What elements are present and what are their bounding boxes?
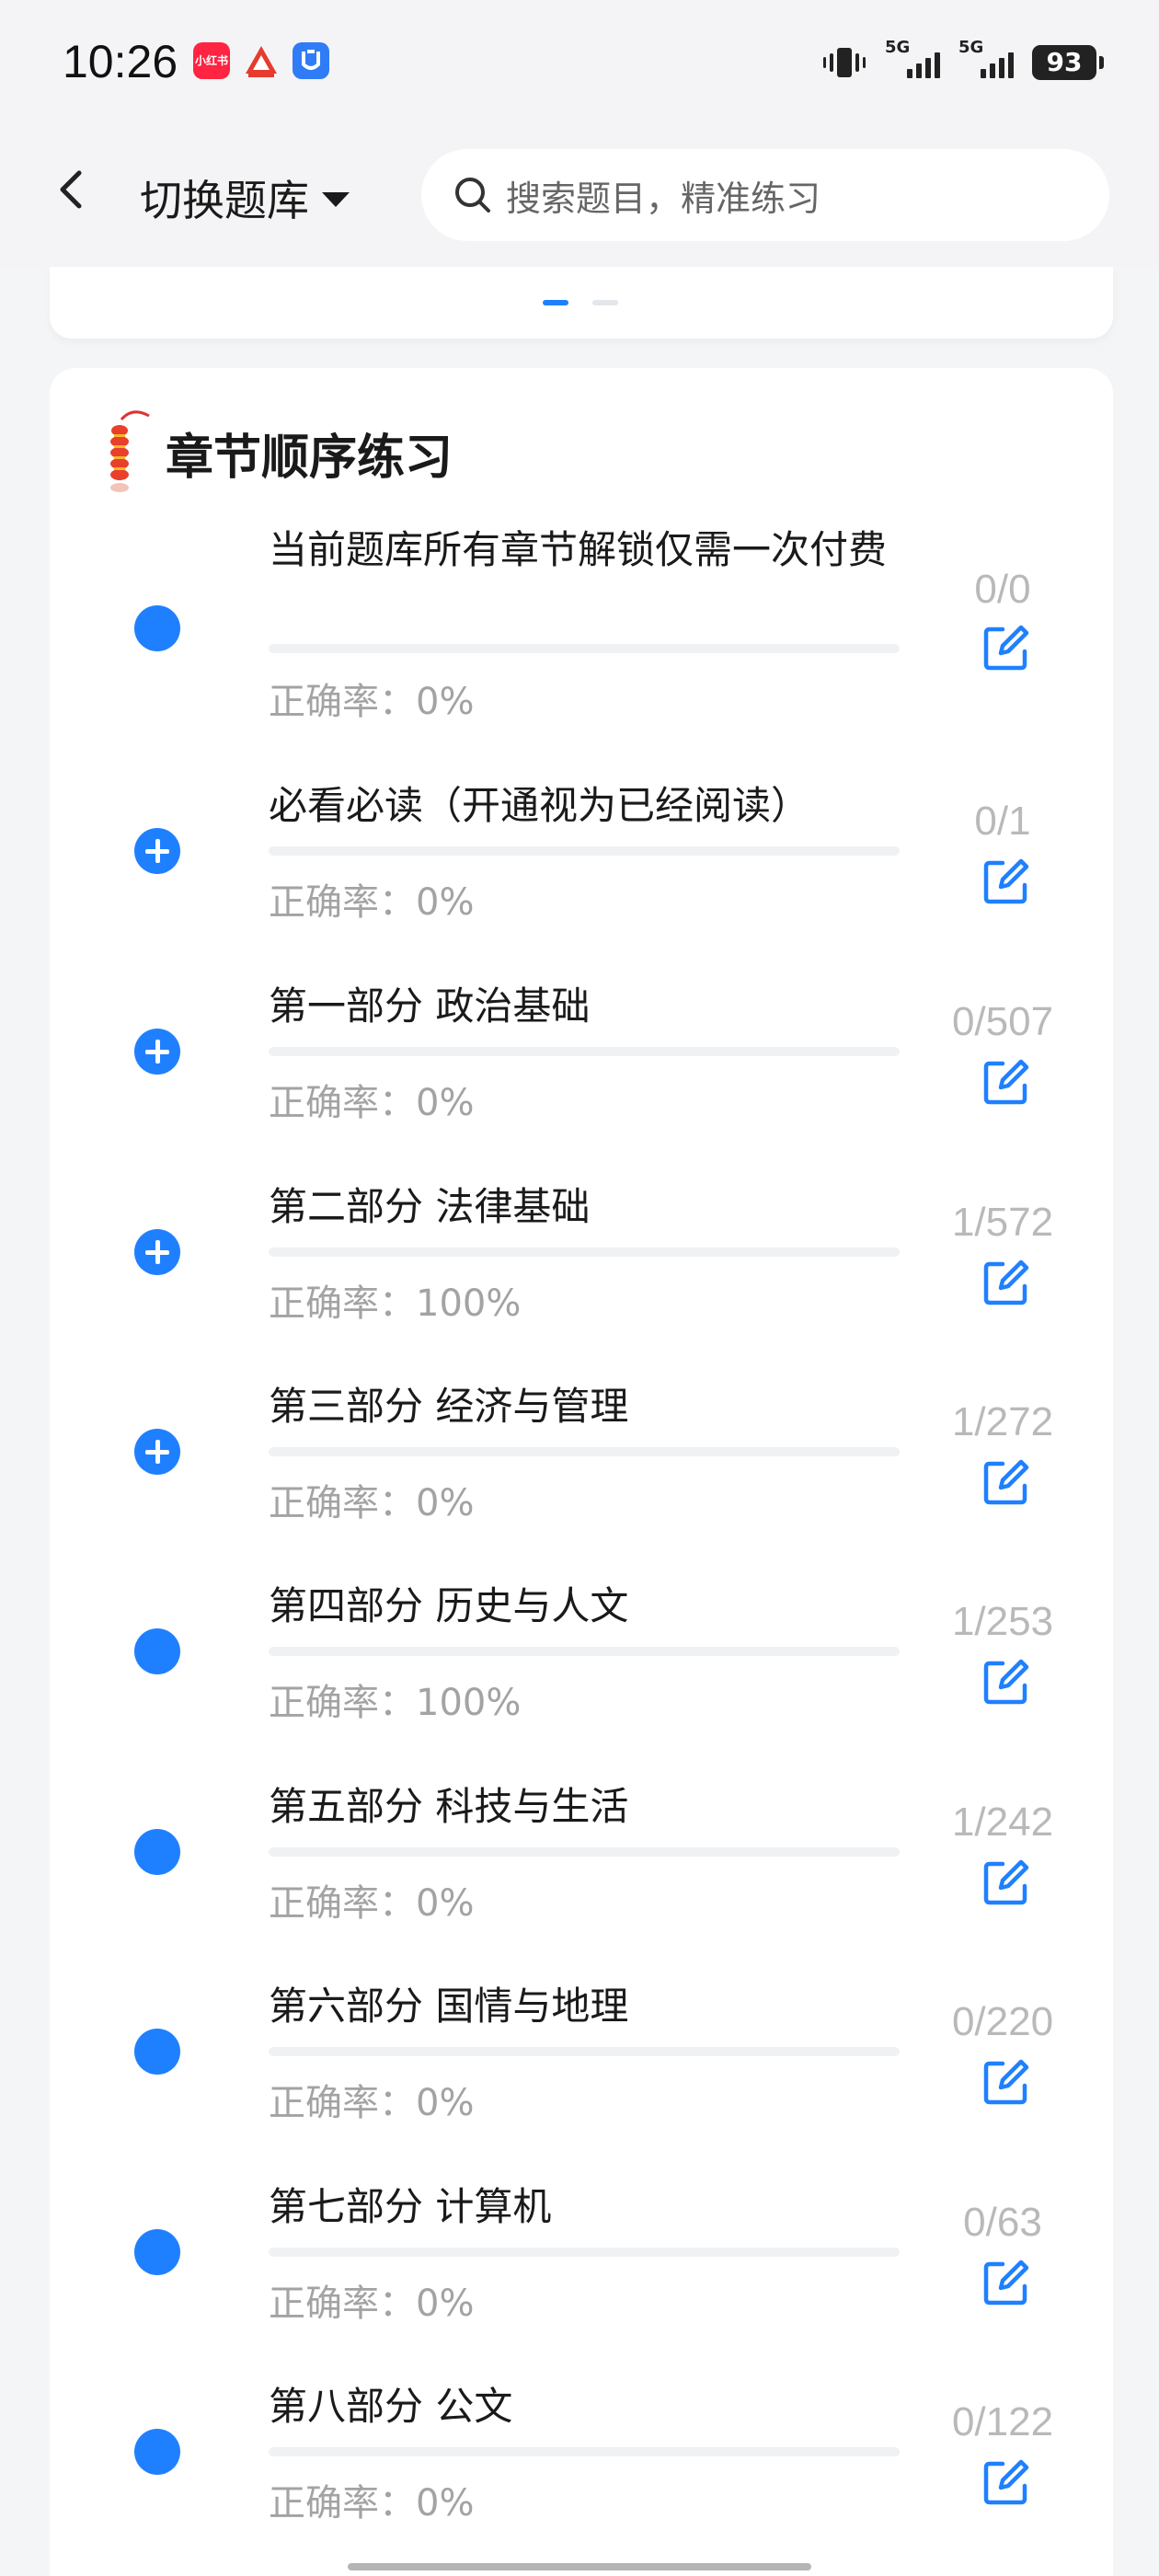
chapter-accuracy: 正确率：0% bbox=[269, 1882, 475, 1925]
practice-edit-button[interactable] bbox=[981, 856, 1032, 907]
chapter-practice-card: 章节顺序练习 当前题库所有章节解锁仅需一次付费正确率：0% 0/0 必看必读（开通视… bbox=[50, 368, 1113, 2576]
chapter-accuracy: 正确率：0% bbox=[269, 681, 475, 723]
practice-edit-button[interactable] bbox=[981, 2456, 1032, 2508]
firecracker-icon bbox=[110, 410, 150, 492]
chapter-dot-icon bbox=[134, 2229, 180, 2275]
back-button[interactable] bbox=[46, 162, 101, 217]
chapter-dot-icon bbox=[134, 1628, 180, 1674]
chapter-dot-icon bbox=[134, 2029, 180, 2075]
edit-icon bbox=[983, 2059, 1029, 2105]
chevron-left-icon bbox=[60, 170, 82, 209]
chapter-count: 0/0 bbox=[974, 567, 1031, 612]
search-icon bbox=[455, 178, 490, 213]
practice-edit-button[interactable] bbox=[981, 1456, 1032, 1508]
chapter-accuracy: 正确率：100% bbox=[269, 1282, 522, 1325]
chapter-accuracy: 正确率：0% bbox=[269, 1482, 475, 1524]
chapter-count: 0/63 bbox=[963, 2200, 1042, 2245]
expand-chapter-icon[interactable] bbox=[134, 1229, 180, 1275]
practice-edit-button[interactable] bbox=[981, 1656, 1032, 1708]
practice-edit-button[interactable] bbox=[981, 1056, 1032, 1108]
chapter-progress-bar bbox=[269, 846, 900, 856]
chapter-title[interactable]: 第一部分 政治基础 bbox=[269, 983, 912, 1030]
edit-icon bbox=[983, 625, 1029, 671]
practice-edit-button[interactable] bbox=[981, 622, 1032, 673]
chapter-progress-bar bbox=[269, 1647, 900, 1656]
section-title: 章节顺序练习 bbox=[166, 430, 453, 486]
practice-edit-button[interactable] bbox=[981, 2056, 1032, 2108]
status-icons: 5G 5G 93 bbox=[822, 37, 1104, 88]
chapter-title[interactable]: 第四部分 历史与人文 bbox=[269, 1582, 912, 1630]
chapter-count: 0/220 bbox=[951, 1999, 1054, 2044]
blue-shield-app-icon bbox=[293, 42, 329, 79]
banner-card bbox=[50, 267, 1113, 339]
chapter-title[interactable]: 第二部分 法律基础 bbox=[269, 1183, 912, 1231]
chapter-count: 1/242 bbox=[951, 1800, 1054, 1845]
edit-icon bbox=[983, 2260, 1029, 2306]
signal-5g-icon-2: 5G bbox=[958, 38, 1014, 78]
chapter-accuracy: 正确率：0% bbox=[269, 881, 475, 924]
chapter-dot-icon bbox=[134, 1829, 180, 1875]
home-indicator[interactable] bbox=[348, 2563, 811, 2570]
chapter-progress-bar bbox=[269, 2447, 900, 2456]
chapter-count: 1/253 bbox=[951, 1599, 1054, 1644]
chapter-progress-bar bbox=[269, 1047, 900, 1056]
edit-icon bbox=[983, 1659, 1029, 1705]
expand-chapter-icon[interactable] bbox=[134, 1429, 180, 1475]
red-triangle-app-icon bbox=[243, 42, 280, 79]
chapter-accuracy: 正确率：0% bbox=[269, 2482, 475, 2524]
chapter-accuracy: 正确率：0% bbox=[269, 2082, 475, 2124]
chapter-title[interactable]: 第五部分 科技与生活 bbox=[269, 1783, 912, 1831]
battery-indicator: 93 bbox=[1032, 45, 1104, 80]
chapter-count: 1/572 bbox=[951, 1200, 1054, 1245]
vibrate-icon bbox=[823, 48, 866, 77]
signal-5g-icon: 5G bbox=[885, 38, 940, 78]
edit-icon bbox=[983, 1259, 1029, 1305]
chapter-title[interactable]: 第三部分 经济与管理 bbox=[269, 1383, 912, 1431]
carousel-dot[interactable] bbox=[592, 300, 618, 305]
search-input[interactable]: 搜索题目，精准练习 bbox=[421, 149, 1109, 241]
switch-bank-label: 切换题库 bbox=[140, 176, 309, 225]
chapter-progress-bar bbox=[269, 1447, 900, 1456]
chapter-count: 0/507 bbox=[951, 999, 1054, 1044]
chapter-progress-bar bbox=[269, 1248, 900, 1257]
status-bar: 10:26 小红书 5G 5G 93 bbox=[0, 0, 1159, 129]
chapter-title[interactable]: 第六部分 国情与地理 bbox=[269, 1983, 912, 2030]
edit-icon bbox=[983, 2459, 1029, 2505]
chapter-dot-icon bbox=[134, 605, 180, 651]
switch-question-bank-button[interactable]: 切换题库 bbox=[140, 167, 350, 228]
edit-icon bbox=[983, 858, 1029, 904]
chapter-title[interactable]: 第七部分 计算机 bbox=[269, 2183, 912, 2231]
practice-edit-button[interactable] bbox=[981, 1257, 1032, 1308]
edit-icon bbox=[983, 1459, 1029, 1505]
section-header: 章节顺序练习 bbox=[103, 407, 453, 499]
search-placeholder: 搜索题目，精准练习 bbox=[506, 178, 821, 219]
chapter-title[interactable]: 当前题库所有章节解锁仅需一次付费 bbox=[269, 526, 912, 574]
chapter-progress-bar bbox=[269, 644, 900, 653]
chapter-count: 0/122 bbox=[951, 2399, 1054, 2444]
practice-edit-button[interactable] bbox=[981, 1857, 1032, 1908]
chapter-progress-bar bbox=[269, 2047, 900, 2056]
carousel-dot-active[interactable] bbox=[543, 300, 568, 305]
expand-chapter-icon[interactable] bbox=[134, 1029, 180, 1075]
chapter-count: 1/272 bbox=[951, 1399, 1054, 1444]
edit-icon bbox=[983, 1859, 1029, 1905]
xiaohongshu-icon: 小红书 bbox=[193, 42, 230, 79]
app-header: 切换题库 搜索题目，精准练习 bbox=[0, 129, 1159, 267]
chapter-progress-bar bbox=[269, 2248, 900, 2257]
chapter-accuracy: 正确率：0% bbox=[269, 2283, 475, 2325]
chapter-accuracy: 正确率：100% bbox=[269, 1682, 522, 1724]
chapter-progress-bar bbox=[269, 1847, 900, 1857]
caret-down-icon bbox=[322, 192, 350, 207]
chapter-count: 0/1 bbox=[974, 799, 1031, 844]
chapter-dot-icon bbox=[134, 2429, 180, 2475]
status-time: 10:26 bbox=[63, 36, 178, 87]
edit-icon bbox=[983, 1059, 1029, 1105]
chapter-accuracy: 正确率：0% bbox=[269, 1082, 475, 1124]
practice-edit-button[interactable] bbox=[981, 2257, 1032, 2308]
chapter-title[interactable]: 第八部分 公文 bbox=[269, 2383, 912, 2431]
expand-chapter-icon[interactable] bbox=[134, 828, 180, 874]
chapter-title[interactable]: 必看必读（开通视为已经阅读） bbox=[269, 782, 912, 830]
